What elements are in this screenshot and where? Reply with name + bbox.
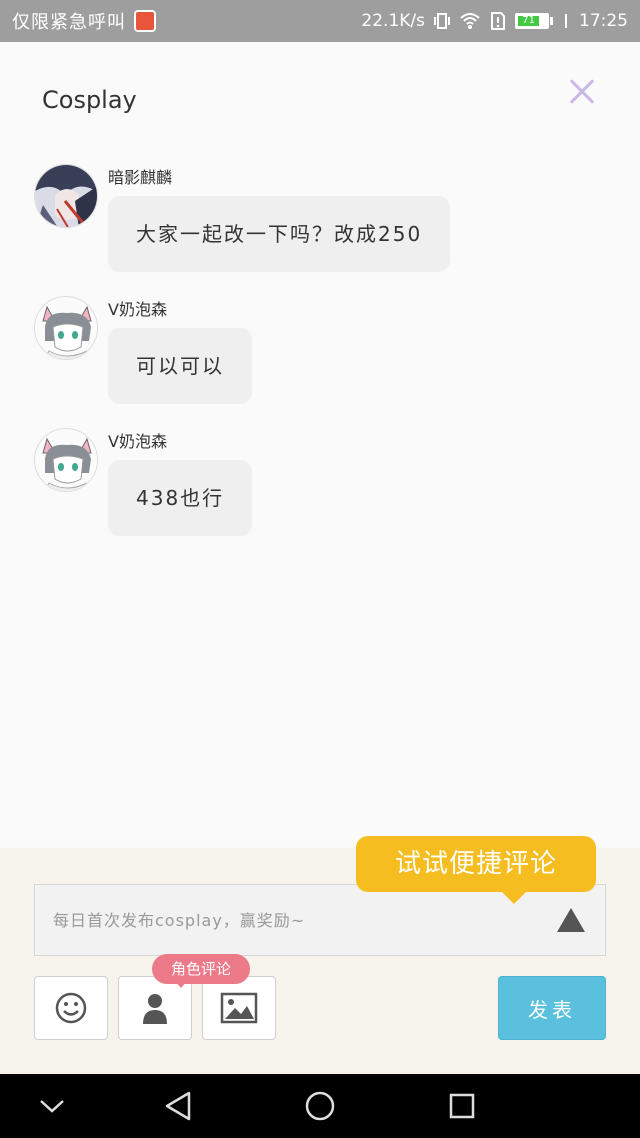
avatar[interactable]: [34, 296, 98, 360]
quick-comment-tip[interactable]: 试试便捷评论: [356, 836, 596, 892]
role-comment-tag-tail: [174, 980, 188, 988]
dark-anime-avatar-icon: [35, 165, 97, 227]
wifi-icon: [460, 13, 480, 29]
back-icon[interactable]: [138, 1074, 218, 1138]
message-bubble: 可以可以: [108, 328, 252, 404]
emoji-button[interactable]: [34, 976, 108, 1040]
image-icon: [220, 992, 258, 1024]
recents-icon[interactable]: [422, 1074, 502, 1138]
hide-nav-icon[interactable]: [12, 1074, 92, 1138]
image-button[interactable]: [202, 976, 276, 1040]
username: V奶泡森: [108, 300, 167, 319]
page-title: Cosplay: [42, 86, 137, 114]
battery-level: 71: [518, 16, 540, 26]
sim-alert-icon: [491, 12, 505, 30]
avatar[interactable]: [34, 428, 98, 492]
username: V奶泡森: [108, 432, 167, 451]
cat-ear-anime-avatar-icon: [35, 429, 97, 491]
message-bubble: 438也行: [108, 460, 253, 536]
message-bubble: 大家一起改一下吗？改成250: [108, 196, 451, 272]
charging-icon: [565, 14, 567, 28]
expand-triangle-icon[interactable]: [549, 898, 593, 942]
comment-composer: 试试便捷评论 角色评论 发表: [0, 836, 640, 1074]
battery-icon: 71: [515, 13, 553, 29]
system-nav-bar: [0, 1074, 640, 1138]
status-right: 22.1K/s 71 17:25: [361, 11, 628, 31]
chat-content: Cosplay 暗影麒麟 大家一起改一下吗？改成250 V奶泡森 可以可以 V奶…: [0, 42, 640, 848]
publish-button[interactable]: 发表: [498, 976, 606, 1040]
role-comment-tag[interactable]: 角色评论: [152, 954, 250, 984]
status-left: 仅限紧急呼叫: [12, 8, 361, 34]
home-icon[interactable]: [280, 1074, 360, 1138]
close-icon[interactable]: [564, 74, 600, 110]
vibrate-icon: [434, 13, 450, 29]
status-bar: 仅限紧急呼叫 22.1K/s 71 17:25: [0, 0, 640, 42]
username: 暗影麒麟: [108, 168, 173, 187]
carrier-text: 仅限紧急呼叫: [12, 12, 126, 33]
cat-ear-anime-avatar-icon: [35, 297, 97, 359]
clock: 17:25: [579, 11, 628, 31]
smiley-icon: [55, 992, 87, 1024]
person-icon: [143, 994, 167, 1024]
avatar[interactable]: [34, 164, 98, 228]
quick-comment-tip-tail: [500, 890, 528, 904]
comment-input[interactable]: [35, 885, 549, 955]
app-notification-icon: [134, 10, 156, 32]
net-speed: 22.1K/s: [361, 11, 425, 31]
